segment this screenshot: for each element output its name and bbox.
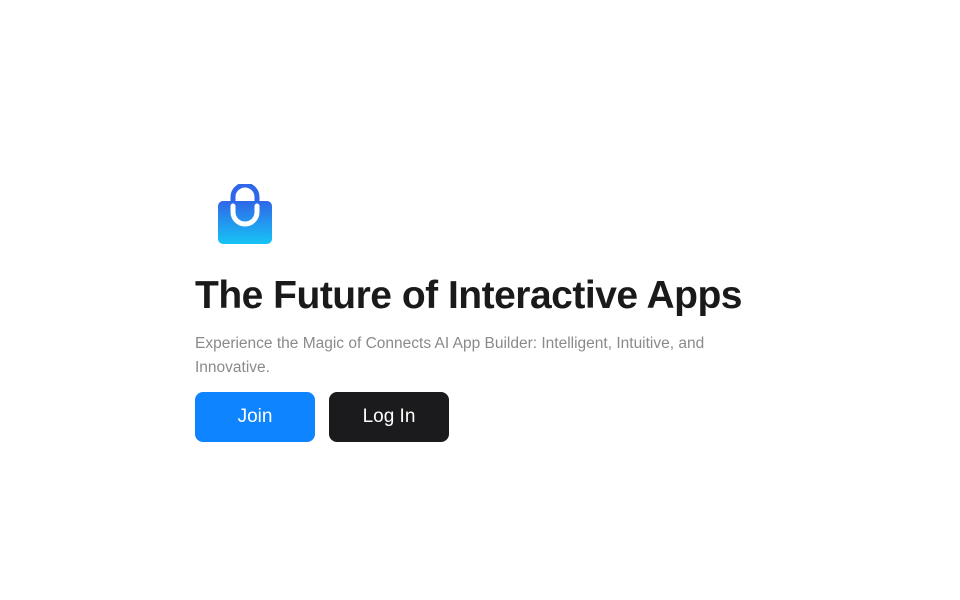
login-button[interactable]: Log In — [329, 392, 449, 442]
page-title: The Future of Interactive Apps — [195, 274, 742, 317]
join-button[interactable]: Join — [195, 392, 315, 442]
action-buttons: Join Log In — [195, 392, 795, 442]
hero-section: The Future of Interactive Apps Experienc… — [195, 184, 795, 442]
hero-subtitle: Experience the Magic of Connects AI App … — [195, 335, 705, 376]
shopping-bag-icon — [218, 184, 272, 244]
landing-page: The Future of Interactive Apps Experienc… — [0, 0, 960, 600]
